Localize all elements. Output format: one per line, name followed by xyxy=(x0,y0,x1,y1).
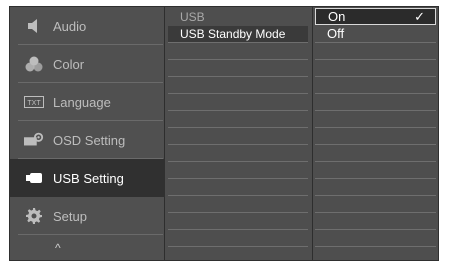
menu-item-label: Color xyxy=(53,56,85,72)
submenu-empty-row xyxy=(168,230,308,247)
options-empty-row xyxy=(315,60,436,77)
menu-item-label: Setup xyxy=(53,208,87,224)
options-empty-row xyxy=(315,230,436,247)
submenu-empty-row xyxy=(168,111,308,128)
submenu-empty-row xyxy=(168,162,308,179)
menu-item-label: USB Setting xyxy=(53,170,124,186)
submenu-item-usb-standby-mode[interactable]: USB Standby Mode xyxy=(168,26,308,43)
menu-item-osd-setting[interactable]: OSD Setting xyxy=(10,121,165,159)
options-empty-row xyxy=(315,43,436,60)
submenu-empty-row xyxy=(168,94,308,111)
submenu: USB USB Standby Mode xyxy=(165,7,313,260)
menu-item-color[interactable]: Color xyxy=(10,45,165,83)
options-empty-row xyxy=(315,162,436,179)
option-label: Off xyxy=(327,26,345,41)
color-circles-icon xyxy=(24,55,44,73)
menu-item-label: OSD Setting xyxy=(53,132,126,148)
submenu-empty-row xyxy=(168,145,308,162)
monitor-gear-icon xyxy=(24,131,44,149)
scroll-up-arrow[interactable]: ^ xyxy=(55,241,61,255)
speaker-icon xyxy=(24,17,44,35)
options-empty-row xyxy=(315,77,436,94)
submenu-empty-row xyxy=(168,60,308,77)
main-menu: Audio Color TXT Language OSD Setting USB… xyxy=(10,7,165,260)
submenu-header: USB xyxy=(180,10,205,24)
options-empty-row xyxy=(315,94,436,111)
menu-item-audio[interactable]: Audio xyxy=(10,7,165,45)
options-empty-row xyxy=(315,111,436,128)
option-off[interactable]: Off xyxy=(315,26,436,43)
menu-item-usb-setting[interactable]: USB Setting xyxy=(10,159,165,197)
submenu-empty-row xyxy=(168,213,308,230)
options-empty-row xyxy=(315,128,436,145)
submenu-empty-row xyxy=(168,77,308,94)
options-empty-row xyxy=(315,145,436,162)
option-on[interactable]: On ✓ xyxy=(315,8,436,25)
options-empty-row xyxy=(315,179,436,196)
options-empty-row xyxy=(315,196,436,213)
options-empty-row xyxy=(315,213,436,230)
text-box-icon: TXT xyxy=(24,93,44,111)
menu-item-label: Audio xyxy=(53,18,87,34)
check-icon: ✓ xyxy=(414,9,425,24)
option-label: On xyxy=(328,9,346,24)
menu-item-label: Language xyxy=(53,94,111,110)
submenu-empty-row xyxy=(168,43,308,60)
menu-item-language[interactable]: TXT Language xyxy=(10,83,165,121)
usb-plug-icon xyxy=(24,169,44,187)
svg-text:TXT: TXT xyxy=(27,100,41,107)
submenu-empty-row xyxy=(168,128,308,145)
osd-panel: Audio Color TXT Language OSD Setting USB… xyxy=(9,6,439,261)
submenu-empty-row xyxy=(168,179,308,196)
gear-icon xyxy=(24,207,44,225)
menu-item-setup[interactable]: Setup xyxy=(10,197,165,235)
options-panel: On ✓ Off xyxy=(313,7,438,260)
submenu-empty-row xyxy=(168,196,308,213)
